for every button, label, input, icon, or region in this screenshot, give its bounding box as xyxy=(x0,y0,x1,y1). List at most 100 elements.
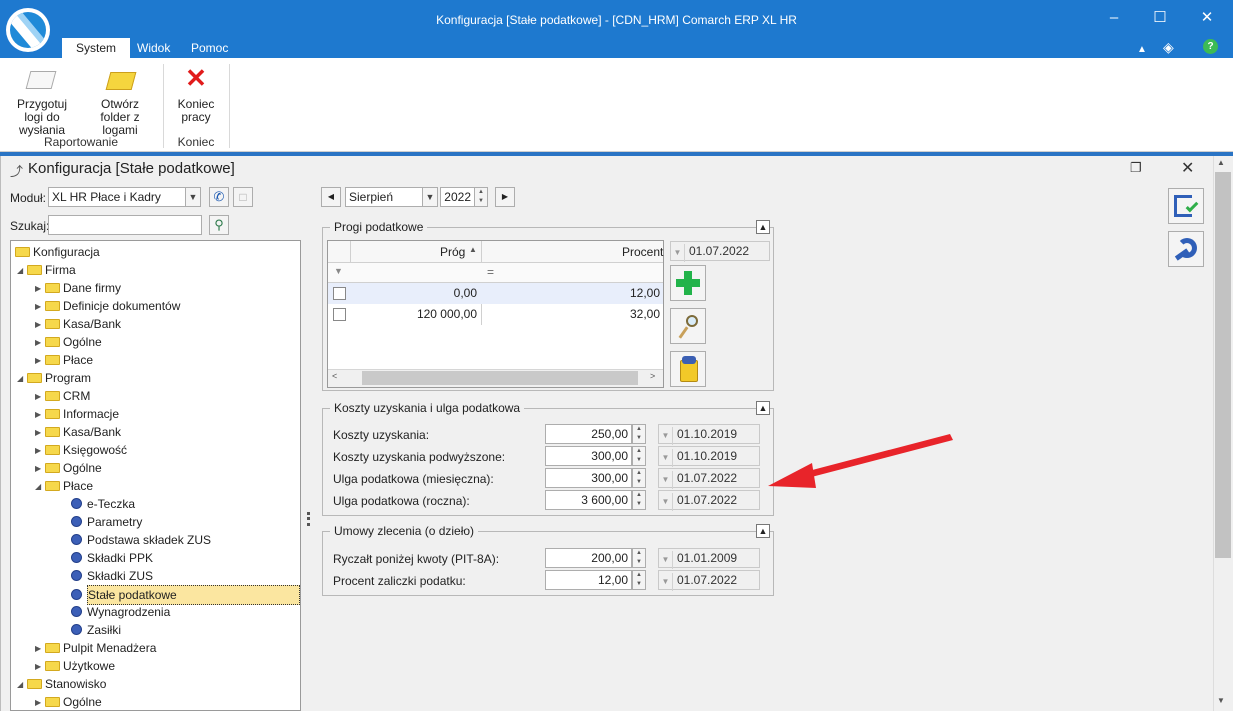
value-input[interactable]: 200,00 xyxy=(545,548,632,568)
year-input[interactable]: 2022 xyxy=(440,187,475,207)
tree-node[interactable]: ▶ CRM xyxy=(35,387,90,405)
value-spinner[interactable]: ▲ ▼ xyxy=(632,424,646,444)
value-input[interactable]: 12,00 xyxy=(545,570,632,590)
expand-icon[interactable]: ▶ xyxy=(35,406,45,424)
phone-icon[interactable]: ✆ xyxy=(209,187,229,207)
tree-node-root[interactable]: Konfiguracja xyxy=(15,243,100,261)
filter-operator[interactable]: = xyxy=(487,265,494,279)
collapse-icon[interactable]: ◢ xyxy=(35,478,45,496)
scroll-up-icon[interactable]: ▲ xyxy=(1217,158,1225,167)
refresh-icon[interactable]: □ xyxy=(233,187,253,207)
thresholds-grid[interactable]: Próg ▲ Procent ▼ = 0,00 12,00 120 000,00… xyxy=(327,240,664,388)
collapse-icon[interactable]: ◢ xyxy=(17,370,27,388)
date-field[interactable]: ▼ 01.10.2019 xyxy=(658,446,760,467)
thresholds-date[interactable]: ▼ 01.07.2022 xyxy=(670,241,770,262)
month-select[interactable]: Sierpień xyxy=(345,187,423,207)
tab-system[interactable]: System xyxy=(62,38,131,58)
tree-node[interactable]: ▶ Kasa/Bank xyxy=(35,315,121,333)
tree-node-place[interactable]: ◢ Płace xyxy=(35,477,93,495)
tree-node[interactable]: ▶ Definicje dokumentów xyxy=(35,297,180,315)
search-icon[interactable]: ⚲ xyxy=(209,215,229,235)
tree-node[interactable]: ▶ Ogólne xyxy=(35,459,102,477)
expand-icon[interactable]: ▶ xyxy=(35,352,45,370)
expand-icon[interactable]: ▶ xyxy=(35,334,45,352)
splitter-handle[interactable] xyxy=(307,512,310,526)
chevron-down-icon[interactable]: ▼ xyxy=(659,551,673,569)
help-icon[interactable]: ? xyxy=(1203,39,1218,54)
tab-pomoc[interactable]: Pomoc xyxy=(177,38,242,58)
tree-node[interactable]: ▶ Księgowość xyxy=(35,441,127,459)
config-tree[interactable]: Konfiguracja ◢ Firma ▶ Dane firmy ▶ Definic… xyxy=(10,240,301,711)
next-period-button[interactable]: ▶ xyxy=(495,187,515,207)
row-checkbox[interactable] xyxy=(333,287,346,300)
collapse-icon[interactable]: ◢ xyxy=(17,676,27,694)
scroll-thumb[interactable] xyxy=(1215,172,1231,558)
close-icon[interactable]: ✕ xyxy=(1187,6,1227,30)
expand-icon[interactable]: ▶ xyxy=(35,388,45,406)
tree-node[interactable]: ▶ Kasa/Bank xyxy=(35,423,121,441)
tree-leaf[interactable]: Podstawa składek ZUS xyxy=(71,531,211,549)
tree-node[interactable]: ▶ Dane firmy xyxy=(35,279,121,297)
expand-icon[interactable]: ▶ xyxy=(35,316,45,334)
value-spinner[interactable]: ▲ ▼ xyxy=(632,490,646,510)
collapse-ribbon-icon[interactable]: ▲ xyxy=(1137,44,1147,55)
tree-node-firma[interactable]: ◢ Firma xyxy=(17,261,76,279)
restore-icon[interactable]: ❐ xyxy=(1130,160,1142,176)
date-field[interactable]: ▼ 01.07.2022 xyxy=(658,468,760,489)
date-field[interactable]: ▼ 01.07.2022 xyxy=(658,570,760,591)
maximize-icon[interactable]: ☐ xyxy=(1140,6,1180,30)
chevron-down-icon[interactable]: ▼ xyxy=(671,244,685,262)
collapse-icon[interactable]: ◢ xyxy=(17,262,27,280)
expand-icon[interactable]: ▶ xyxy=(35,442,45,460)
chevron-down-icon[interactable]: ▼ xyxy=(185,187,201,207)
tree-leaf[interactable]: Składki ZUS xyxy=(71,567,153,585)
tree-node[interactable]: ▶ Użytkowe xyxy=(35,657,115,675)
globe-icon[interactable]: ◈ xyxy=(1163,39,1174,56)
date-field[interactable]: ▼ 01.01.2009 xyxy=(658,548,760,569)
expand-icon[interactable]: ▶ xyxy=(35,640,45,658)
tree-leaf[interactable]: Składki PPK xyxy=(71,549,153,567)
add-button[interactable] xyxy=(670,265,706,301)
value-spinner[interactable]: ▲ ▼ xyxy=(632,548,646,568)
tree-node[interactable]: ▶ Pulpit Menadżera xyxy=(35,639,156,657)
value-input[interactable]: 300,00 xyxy=(545,468,632,488)
close-window-icon[interactable]: ✕ xyxy=(1181,158,1194,178)
scroll-thumb[interactable] xyxy=(362,371,638,385)
value-spinner[interactable]: ▲ ▼ xyxy=(632,446,646,466)
pin-icon[interactable]: ⤴ xyxy=(10,161,23,180)
scroll-left-icon[interactable]: < xyxy=(332,371,337,381)
expand-icon[interactable]: ▶ xyxy=(35,298,45,316)
close-button[interactable] xyxy=(1168,231,1204,267)
search-input[interactable] xyxy=(48,215,202,235)
year-spinner[interactable]: ▲ ▼ xyxy=(474,187,488,207)
end-work-button[interactable]: ✕ Koniec pracy xyxy=(170,58,222,124)
tree-leaf[interactable]: Parametry xyxy=(71,513,142,531)
delete-button[interactable] xyxy=(670,351,706,387)
tree-node[interactable]: ▶ Płace xyxy=(35,351,93,369)
expand-icon[interactable]: ▶ xyxy=(35,658,45,676)
chevron-down-icon[interactable]: ▼ xyxy=(659,449,673,467)
column-header-procent[interactable]: Procent xyxy=(622,245,663,259)
tree-leaf[interactable]: e-Teczka xyxy=(71,495,135,513)
tree-node-stanowisko[interactable]: ◢ Stanowisko xyxy=(17,675,106,693)
tree-node-program[interactable]: ◢ Program xyxy=(17,369,91,387)
prev-period-button[interactable]: ◀ xyxy=(321,187,341,207)
value-spinner[interactable]: ▲ ▼ xyxy=(632,468,646,488)
tab-widok[interactable]: Widok xyxy=(123,38,184,58)
scroll-down-icon[interactable]: ▼ xyxy=(1217,696,1225,705)
collapse-group-icon[interactable]: ▲ xyxy=(756,220,770,234)
tree-leaf[interactable]: Zasiłki xyxy=(71,621,121,639)
tree-leaf-selected[interactable]: Stałe podatkowe xyxy=(71,585,300,605)
value-input[interactable]: 300,00 xyxy=(545,446,632,466)
date-field[interactable]: ▼ 01.10.2019 xyxy=(658,424,760,445)
value-input[interactable]: 3 600,00 xyxy=(545,490,632,510)
tree-leaf[interactable]: Wynagrodzenia xyxy=(71,603,170,621)
tree-node[interactable]: ▶ Ogólne xyxy=(35,333,102,351)
filter-row[interactable] xyxy=(328,263,663,283)
expand-icon[interactable]: ▶ xyxy=(35,424,45,442)
module-select[interactable]: XL HR Płace i Kadry xyxy=(48,187,186,207)
collapse-group-icon[interactable]: ▲ xyxy=(756,401,770,415)
expand-icon[interactable]: ▶ xyxy=(35,280,45,298)
open-folder-button[interactable]: Otwórz folder z logami xyxy=(84,58,156,137)
chevron-down-icon[interactable]: ▼ xyxy=(422,187,438,207)
